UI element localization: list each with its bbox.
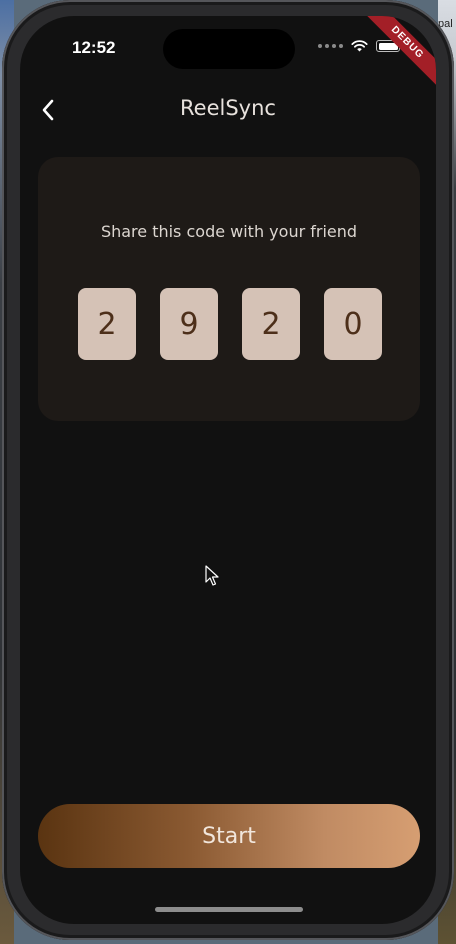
phone-frame: 12:52 DEBUG ReelSync Share this code wit… [2,0,454,940]
dynamic-island [163,29,295,69]
status-icons [318,40,403,52]
phone-screen: 12:52 DEBUG ReelSync Share this code wit… [20,16,436,924]
code-digit-1: 2 [78,288,136,360]
cellular-dots-icon [318,44,343,48]
home-indicator [155,907,303,912]
wifi-icon [351,40,368,52]
start-button[interactable]: Start [38,804,420,868]
page-title: ReelSync [180,96,276,120]
debug-banner: DEBUG [361,16,436,89]
code-digit-4: 0 [324,288,382,360]
code-digits: 2 9 2 0 [78,288,382,360]
status-time: 12:52 [72,38,116,57]
share-code-card: Share this code with your friend 2 9 2 0 [38,157,420,421]
share-code-caption: Share this code with your friend [100,222,358,241]
mouse-pointer-icon [205,565,219,586]
code-digit-2: 9 [160,288,218,360]
code-digit-3: 2 [242,288,300,360]
